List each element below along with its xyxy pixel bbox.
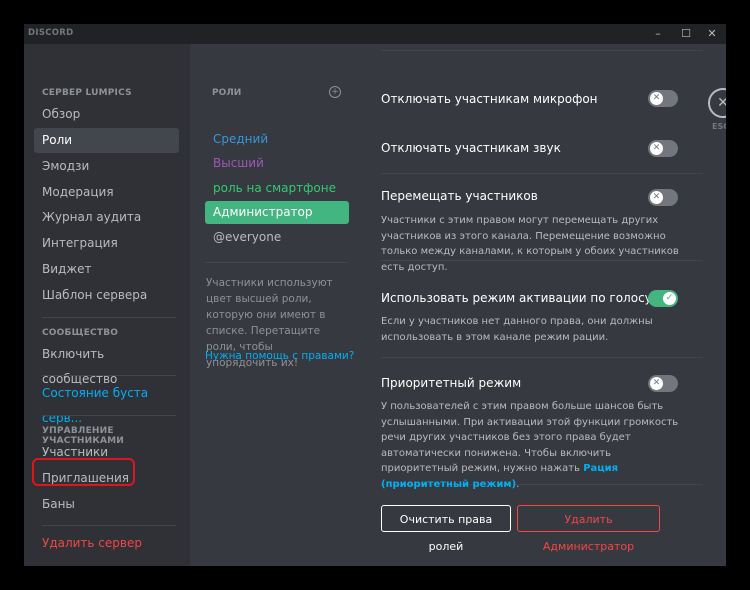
permission-title: Использовать режим активации по голосу xyxy=(381,291,652,305)
delete-role-button[interactable]: Удалить Администратор xyxy=(517,505,660,553)
sidebar-item-bans[interactable]: Баны xyxy=(34,492,179,517)
sidebar-divider xyxy=(42,415,176,416)
sidebar-item-integration[interactable]: Интеграция xyxy=(34,231,179,256)
permission-title: Отключать участникам звук xyxy=(381,141,561,155)
permission-divider xyxy=(381,357,703,358)
sidebar-item-widget[interactable]: Виджет xyxy=(34,257,179,282)
permissions-panel: Очистить права ролей Удалить Администрат… xyxy=(357,44,726,566)
role-item[interactable]: @everyone xyxy=(205,226,349,249)
discord-window: DISCORD – ☐ ✕ СЕРВЕР LUMPICS Обзор Роли … xyxy=(24,24,726,566)
permission-divider xyxy=(381,50,703,51)
discord-logo: DISCORD xyxy=(28,28,74,38)
description-text: Если у участников нет данного права, они… xyxy=(381,316,653,343)
sidebar-divider xyxy=(42,525,176,526)
sidebar-item-overview[interactable]: Обзор xyxy=(34,102,179,127)
x-icon: ✕ xyxy=(650,142,663,155)
x-icon: ✕ xyxy=(650,191,663,204)
roles-divider xyxy=(205,262,348,263)
roles-panel: РОЛИ + Средний Высший роль на смартфоне Адм… xyxy=(190,44,357,566)
x-icon: ✕ xyxy=(650,377,663,390)
sidebar-item-moderation[interactable]: Модерация xyxy=(34,180,179,205)
description-text: У пользователей с этим правом больше шан… xyxy=(381,401,679,474)
sidebar-item-boost-status[interactable]: Состояние буста серв... xyxy=(34,381,179,425)
sidebar-divider xyxy=(42,375,176,376)
clear-role-permissions-button[interactable]: Очистить права ролей xyxy=(381,505,511,553)
permission-title: Приоритетный режим xyxy=(381,376,522,390)
permission-toggle[interactable]: ✓ xyxy=(648,290,678,307)
permissions-help-link[interactable]: Нужна помощь с правами? xyxy=(205,350,354,362)
x-icon: ✕ xyxy=(650,92,663,105)
description-text: Участники с этим правом могут перемещать… xyxy=(381,215,679,273)
permission-description: Участники с этим правом могут перемещать… xyxy=(381,213,681,275)
sidebar-item-enable-community[interactable]: Включить сообщество xyxy=(34,342,179,386)
sidebar-item-delete-server[interactable]: Удалить сервер xyxy=(34,531,179,556)
server-section-header: СЕРВЕР LUMPICS xyxy=(42,88,132,98)
permission-title: Отключать участникам микрофон xyxy=(381,92,598,106)
permission-title: Перемещать участников xyxy=(381,189,538,203)
role-item[interactable]: роль на смартфоне xyxy=(205,177,349,200)
permission-toggle[interactable]: ✕ xyxy=(648,90,678,107)
description-end: . xyxy=(516,478,520,490)
members-highlight-box xyxy=(32,458,135,486)
close-window-icon[interactable]: ✕ xyxy=(700,25,724,43)
permission-description: Если у участников нет данного права, они… xyxy=(381,314,681,345)
permission-toggle[interactable]: ✕ xyxy=(648,375,678,392)
permission-toggle[interactable]: ✕ xyxy=(648,189,678,206)
title-bar: DISCORD – ☐ ✕ xyxy=(24,24,726,44)
esc-label: ESC xyxy=(712,122,726,131)
settings-sidebar: СЕРВЕР LUMPICS Обзор Роли Эмодзи Модерац… xyxy=(24,44,190,566)
role-item[interactable]: Высший xyxy=(205,152,349,175)
maximize-icon[interactable]: ☐ xyxy=(674,25,698,43)
sidebar-item-server-template[interactable]: Шаблон сервера xyxy=(34,283,179,308)
role-item[interactable]: Средний xyxy=(205,128,349,151)
sidebar-item-roles[interactable]: Роли xyxy=(34,128,179,153)
check-icon: ✓ xyxy=(663,292,676,305)
permission-description: У пользователей с этим правом больше шан… xyxy=(381,399,681,492)
community-section-header: СООБЩЕСТВО xyxy=(42,328,119,338)
sidebar-item-audit-log[interactable]: Журнал аудита xyxy=(34,205,179,230)
role-item[interactable]: Администратор xyxy=(205,201,349,224)
minimize-icon[interactable]: – xyxy=(646,25,670,43)
sidebar-item-emoji[interactable]: Эмодзи xyxy=(34,154,179,179)
permission-toggle[interactable]: ✕ xyxy=(648,140,678,157)
roles-header: РОЛИ xyxy=(212,88,242,98)
permission-divider xyxy=(381,173,703,174)
add-role-icon[interactable]: + xyxy=(329,86,341,98)
sidebar-divider xyxy=(42,317,176,318)
